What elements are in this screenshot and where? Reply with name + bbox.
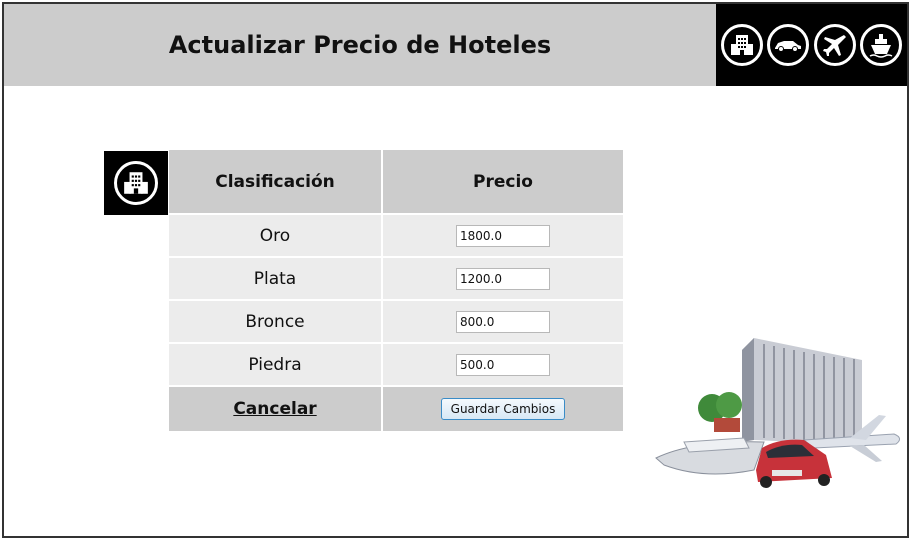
cancel-link[interactable]: Cancelar — [233, 399, 316, 419]
price-input-oro[interactable] — [456, 224, 550, 247]
classification-label: Bronce — [169, 301, 383, 344]
classification-header: Clasificación — [169, 150, 383, 215]
classification-label: Oro — [169, 215, 383, 258]
price-header: Precio — [383, 150, 623, 215]
price-input-piedra[interactable] — [456, 353, 550, 376]
classification-label: Plata — [169, 258, 383, 301]
travel-illustration — [655, 338, 900, 488]
table-row: Plata — [169, 258, 623, 301]
table-row: Oro — [169, 215, 623, 258]
car-icon[interactable] — [767, 24, 810, 66]
table-row: Bronce — [169, 301, 623, 344]
price-cell — [383, 301, 623, 344]
travel-icon-bar — [716, 4, 907, 86]
cancel-cell: Cancelar — [169, 387, 383, 431]
table-footer-row: Cancelar Guardar Cambios — [169, 387, 623, 431]
page-title: Actualizar Precio de Hoteles — [168, 31, 552, 59]
price-input-bronce[interactable] — [456, 310, 550, 333]
header: Actualizar Precio de Hoteles — [4, 4, 716, 86]
plane-icon[interactable] — [813, 24, 856, 66]
price-cell — [383, 215, 623, 258]
price-input-plata[interactable] — [456, 267, 550, 290]
table-header-row: Clasificación Precio — [169, 150, 623, 215]
price-cell — [383, 258, 623, 301]
table-row: Piedra — [169, 344, 623, 387]
hotel-icon — [114, 161, 158, 205]
save-cell: Guardar Cambios — [383, 387, 623, 431]
price-cell — [383, 344, 623, 387]
hotel-icon[interactable] — [720, 24, 763, 66]
price-table: Clasificación Precio Oro Plata Bronce Pi… — [169, 150, 623, 431]
save-changes-button[interactable]: Guardar Cambios — [440, 398, 566, 420]
ship-icon[interactable] — [860, 24, 903, 66]
classification-label: Piedra — [169, 344, 383, 387]
table-hotel-icon-box — [104, 151, 168, 215]
hotel-building-illustration — [742, 338, 862, 445]
